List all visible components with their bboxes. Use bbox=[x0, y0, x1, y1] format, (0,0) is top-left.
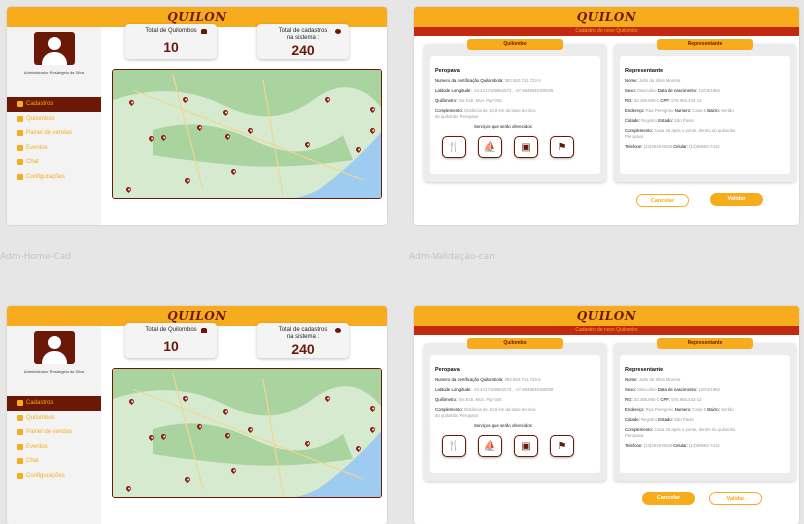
chat-icon bbox=[17, 458, 23, 464]
validation-frame-top: QUILON Cadastro de novo Quilombo Quilomb… bbox=[414, 7, 799, 225]
fork-knife-icon[interactable]: 🍴 bbox=[442, 136, 466, 158]
frame-label-validation: Adm-Validação-can bbox=[409, 252, 495, 262]
settings-icon bbox=[17, 173, 23, 180]
flag-icon[interactable]: ⚑ bbox=[550, 136, 574, 158]
home-icon bbox=[17, 115, 23, 122]
list-icon bbox=[17, 400, 23, 406]
flag-icon[interactable]: ⚑ bbox=[550, 435, 574, 457]
cancel-button[interactable]: Cancelar bbox=[642, 492, 695, 505]
canoe-icon[interactable]: ⛵ bbox=[478, 136, 502, 158]
map[interactable] bbox=[112, 69, 382, 199]
jar-icon[interactable]: ▣ bbox=[514, 136, 538, 158]
representante-title: Representante bbox=[657, 338, 753, 349]
map-terrain bbox=[113, 70, 381, 198]
validation-frame-bottom: QUILON Cadastro de novo Quilombo Quilomb… bbox=[414, 306, 799, 524]
gear-icon bbox=[17, 130, 23, 136]
sidebar-item-quilombos[interactable]: Quilombos bbox=[7, 112, 101, 127]
fork-knife-icon[interactable]: 🍴 bbox=[442, 435, 466, 457]
home-icon bbox=[201, 328, 207, 333]
gear-icon bbox=[17, 429, 23, 435]
validate-button[interactable]: Validar bbox=[709, 492, 762, 505]
representante-panel: Representante Representante Nome: João d… bbox=[614, 338, 796, 481]
card-cadastros: Total de cadastros na sistema : 240 bbox=[257, 323, 349, 358]
quilombo-panel: Quilombo Peropava Numero da certificação… bbox=[424, 338, 606, 481]
home-frame-bottom: QUILON Administrador Rosângela da Silva … bbox=[7, 306, 387, 524]
quilombo-title: Quilombo bbox=[467, 39, 563, 50]
sidebar-item-quilombos[interactable]: Quilombos bbox=[7, 411, 101, 426]
admin-name: Administrador Rosângela da Silva bbox=[23, 369, 85, 374]
settings-icon bbox=[17, 472, 23, 479]
sidebar-item-eventos[interactable]: Eventos bbox=[7, 141, 101, 156]
representante-panel: Representante Representante Nome: João d… bbox=[614, 39, 796, 182]
sidebar: Administrador Rosângela da Silva Cadastr… bbox=[7, 326, 101, 524]
services-label: Serviços que serão oferecidos bbox=[474, 124, 532, 129]
card-quilombos: Total de Quilombos 10 bbox=[125, 323, 217, 358]
sidebar-item-config[interactable]: Configurações bbox=[7, 170, 101, 185]
sidebar-item-cadastros[interactable]: Cadastros bbox=[7, 97, 101, 112]
avatar[interactable] bbox=[34, 331, 75, 364]
admin-name: Administrador Rosângela da Silva bbox=[23, 70, 85, 75]
jar-icon[interactable]: ▣ bbox=[514, 435, 538, 457]
home-icon bbox=[201, 29, 207, 34]
sidebar-item-painel[interactable]: Painel de vendas bbox=[7, 425, 101, 440]
users-icon bbox=[335, 328, 341, 333]
sidebar-item-config[interactable]: Configurações bbox=[7, 469, 101, 484]
validation-bar: Cadastro de novo Quilombo bbox=[414, 326, 799, 335]
home-frame-top: QUILON Administrador Rosângela da Silva … bbox=[7, 7, 387, 225]
validation-bar: Cadastro de novo Quilombo bbox=[414, 27, 799, 36]
app-title: QUILON bbox=[414, 306, 799, 326]
sidebar-item-chat[interactable]: Chat bbox=[7, 155, 101, 170]
map-terrain bbox=[113, 369, 381, 497]
card-quilombos: Total de Quilombos 10 bbox=[125, 24, 217, 59]
chat-icon bbox=[17, 159, 23, 165]
representante-title: Representante bbox=[657, 39, 753, 50]
services-label: Serviços que serão oferecidos bbox=[474, 423, 532, 428]
sidebar: Administrador Rosângela da Silva Cadastr… bbox=[7, 27, 101, 225]
frame-label-home: Adm-Home-Cad bbox=[0, 252, 72, 262]
canoe-icon[interactable]: ⛵ bbox=[478, 435, 502, 457]
quilombo-panel: Quilombo Peropava Numero da certificação… bbox=[424, 39, 606, 182]
card-cadastros: Total de cadastros na sistema : 240 bbox=[257, 24, 349, 59]
map[interactable] bbox=[112, 368, 382, 498]
sidebar-item-cadastros[interactable]: Cadastros bbox=[7, 396, 101, 411]
sidebar-item-chat[interactable]: Chat bbox=[7, 454, 101, 469]
sidebar-item-eventos[interactable]: Eventos bbox=[7, 440, 101, 455]
cancel-button[interactable]: Cancelar bbox=[636, 194, 689, 207]
quilombo-title: Quilombo bbox=[467, 338, 563, 349]
users-icon bbox=[335, 29, 341, 34]
list-icon bbox=[17, 101, 23, 107]
home-icon bbox=[17, 414, 23, 421]
validate-button[interactable]: Validar bbox=[710, 193, 763, 206]
avatar[interactable] bbox=[34, 32, 75, 65]
app-title: QUILON bbox=[414, 7, 799, 27]
calendar-icon bbox=[17, 443, 23, 450]
sidebar-item-painel[interactable]: Painel de vendas bbox=[7, 126, 101, 141]
calendar-icon bbox=[17, 144, 23, 151]
